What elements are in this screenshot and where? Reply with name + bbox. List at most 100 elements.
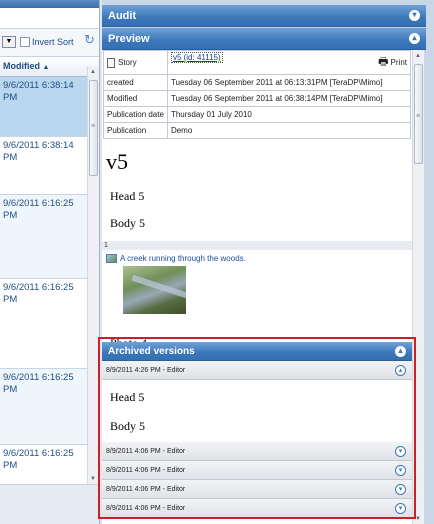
list-item[interactable]: 9/6/2011 6:16:25 PM: [0, 195, 87, 279]
left-toolbar: [0, 8, 99, 29]
app-window: ▼ Invert Sort ↻ Modified ▲ 9/6/2011 6:38…: [0, 0, 434, 524]
collapse-archived-icon[interactable]: ▴: [395, 346, 406, 357]
column-header-label: Modified: [3, 61, 40, 71]
sort-bar: ▼ Invert Sort ↻: [0, 29, 99, 57]
expand-version-icon[interactable]: ▾: [395, 446, 406, 457]
list-item-date: 9/6/2011 6:16:25: [3, 448, 74, 459]
archived-versions-panel: Archived versions ▴ 8/9/2011 4:26 PM - E…: [102, 342, 412, 518]
grip-icon: ≡: [416, 113, 421, 120]
audit-header[interactable]: Audit ▾: [102, 5, 426, 27]
list-item[interactable]: 9/6/2011 6:38:14 PM: [0, 77, 87, 137]
image-caption-row: A creek running through the woods.: [106, 254, 412, 263]
list-item-date: 9/6/2011 6:38:14: [3, 140, 74, 151]
story-row: Story v5 (id: 41115) 🖶 Print: [103, 50, 412, 75]
sort-dropdown[interactable]: ▼: [2, 36, 16, 48]
list-item-ampm: PM: [3, 460, 18, 471]
preview-title: Preview: [108, 33, 150, 45]
list-item[interactable]: 9/6/2011 6:16:25 PM: [0, 279, 87, 369]
story-icon: [107, 57, 115, 68]
list-item[interactable]: 9/6/2011 6:16:25 PM: [0, 369, 87, 445]
metadata-value: Tuesday 06 September 2011 at 06:13:31PM …: [166, 74, 412, 91]
metadata-value: Demo: [166, 122, 412, 139]
list-item-ampm: PM: [3, 210, 18, 221]
audit-title: Audit: [108, 10, 137, 22]
left-footer: [0, 484, 99, 524]
story-title: v5: [106, 149, 128, 174]
list-item-ampm: PM: [3, 294, 18, 305]
page-number: 1: [104, 242, 108, 249]
list-item-date: 9/6/2011 6:16:25: [3, 198, 74, 209]
list-item-ampm: PM: [3, 152, 18, 163]
list-scrollbar[interactable]: ▲ ≡ ▼: [87, 66, 99, 484]
archived-body: Body 5: [110, 419, 146, 433]
preview-header[interactable]: Preview ▴: [102, 28, 426, 50]
version-label: 8/9/2011 4:06 PM - Editor: [106, 467, 186, 474]
story-label: Story: [118, 57, 137, 67]
print-label: Print: [390, 58, 407, 67]
list-item[interactable]: 9/6/2011 6:16:25 PM: [0, 445, 87, 481]
metadata-row: created Tuesday 06 September 2011 at 06:…: [103, 74, 412, 91]
creek-photo: [123, 266, 186, 314]
page-number-bar: 1: [102, 241, 412, 250]
version-row[interactable]: 8/9/2011 4:06 PM - Editor ▾: [102, 461, 412, 480]
metadata-key: Modified: [103, 90, 168, 107]
image-caption-link[interactable]: A creek running through the woods.: [120, 254, 246, 263]
list-item-date: 9/6/2011 6:38:14: [3, 80, 74, 91]
collapse-version-icon[interactable]: ▴: [395, 365, 406, 376]
list-item[interactable]: 9/6/2011 6:38:14 PM: [0, 137, 87, 195]
refresh-icon[interactable]: ↻: [84, 32, 95, 48]
detail-panel: Audit ▾ Preview ▴ Story v5 (id: 41115) 🖶…: [102, 0, 434, 524]
version-label: 8/9/2011 4:06 PM - Editor: [106, 505, 186, 512]
metadata-value: Tuesday 06 September 2011 at 06:38:14PM …: [166, 90, 412, 107]
expand-version-icon[interactable]: ▾: [395, 484, 406, 495]
modified-column-header[interactable]: Modified ▲: [0, 57, 99, 77]
version-row[interactable]: 8/9/2011 4:06 PM - Editor ▾: [102, 499, 412, 518]
metadata-key: Publication date: [103, 106, 168, 123]
version-label: 8/9/2011 4:06 PM - Editor: [106, 486, 186, 493]
story-link[interactable]: v5 (id: 41115): [170, 52, 223, 63]
version-label: 8/9/2011 4:26 PM - Editor: [106, 367, 186, 374]
list-item-date: 9/6/2011 6:16:25: [3, 282, 74, 293]
scroll-up-icon[interactable]: ▲: [90, 69, 96, 75]
story-head: Head 5: [110, 189, 145, 203]
list-item-ampm: PM: [3, 92, 18, 103]
metadata-row: Publication Demo: [103, 122, 412, 139]
collapse-preview-icon[interactable]: ▴: [409, 33, 420, 44]
archived-versions-title: Archived versions: [108, 346, 195, 357]
preview-scrollbar[interactable]: ▲ ≡ ▼: [412, 50, 424, 524]
metadata-value: Thursday 01 July 2010: [166, 106, 412, 123]
version-row[interactable]: 8/9/2011 4:26 PM - Editor ▴: [102, 361, 412, 380]
left-title-bar: [0, 0, 99, 8]
story-body: Body 5: [110, 216, 146, 230]
scroll-up-icon[interactable]: ▲: [415, 53, 421, 59]
list-item-ampm: PM: [3, 384, 18, 395]
grip-icon: ≡: [91, 123, 96, 130]
archived-version-content: Head 5 Body 5: [102, 380, 412, 434]
invert-sort-label[interactable]: Invert Sort: [32, 37, 74, 47]
list-item-date: 9/6/2011 6:16:25: [3, 372, 74, 383]
image-icon: [106, 254, 117, 263]
archived-head: Head 5: [110, 390, 145, 404]
expand-version-icon[interactable]: ▾: [395, 465, 406, 476]
metadata-row: Publication date Thursday 01 July 2010: [103, 106, 412, 123]
metadata-key: created: [103, 74, 168, 91]
expand-audit-icon[interactable]: ▾: [409, 10, 420, 21]
version-row[interactable]: 8/9/2011 4:06 PM - Editor ▾: [102, 480, 412, 499]
metadata-key: Publication: [103, 122, 168, 139]
printer-icon: 🖶: [378, 56, 389, 68]
version-row[interactable]: 8/9/2011 4:06 PM - Editor ▾: [102, 442, 412, 461]
metadata-row: Modified Tuesday 06 September 2011 at 06…: [103, 90, 412, 107]
list-scroll-thumb[interactable]: ≡: [89, 80, 98, 176]
expand-version-icon[interactable]: ▾: [395, 503, 406, 514]
sort-ascending-icon: ▲: [42, 64, 50, 71]
invert-sort-checkbox[interactable]: [20, 37, 30, 47]
item-list-panel: ▼ Invert Sort ↻ Modified ▲ 9/6/2011 6:38…: [0, 0, 100, 524]
archived-versions-header[interactable]: Archived versions ▴: [102, 342, 412, 361]
version-label: 8/9/2011 4:06 PM - Editor: [106, 448, 186, 455]
print-button[interactable]: 🖶 Print: [378, 53, 407, 72]
preview-scroll-thumb[interactable]: ≡: [414, 64, 423, 164]
scroll-down-icon[interactable]: ▼: [90, 476, 96, 482]
scroll-down-icon[interactable]: ▼: [415, 516, 421, 522]
story-metadata-table: Story v5 (id: 41115) 🖶 Print created Tue…: [103, 50, 412, 139]
version-list: 9/6/2011 6:38:14 PM 9/6/2011 6:38:14 PM …: [0, 77, 87, 481]
